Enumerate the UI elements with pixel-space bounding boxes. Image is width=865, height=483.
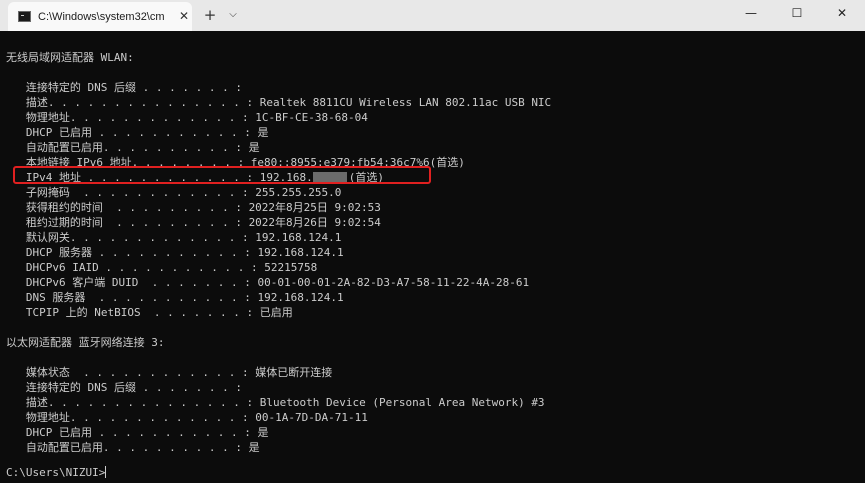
cmd-icon (18, 11, 31, 22)
console-line: 子网掩码 . . . . . . . . . . . . : 255.255.2… (6, 186, 342, 199)
text-cursor (105, 466, 107, 478)
chevron-down-icon[interactable]: ⌵ (224, 5, 242, 25)
console-line: DNS 服务器 . . . . . . . . . . . : 192.168.… (6, 291, 344, 304)
console-line: 默认网关. . . . . . . . . . . . . : 192.168.… (6, 231, 342, 244)
new-tab-button[interactable]: + (200, 5, 220, 25)
console-line: DHCP 已启用 . . . . . . . . . . . : 是 (6, 426, 269, 439)
console-line: 租约过期的时间 . . . . . . . . . : 2022年8月26日 9… (6, 216, 381, 229)
console-line: 描述. . . . . . . . . . . . . . . : Realte… (6, 96, 552, 109)
console-line: 自动配置已启用. . . . . . . . . . : 是 (6, 441, 260, 454)
title-bar: C:\Windows\system32\cmd.e ✕ + ⌵ — ☐ ✕ (0, 0, 865, 32)
console-line: 自动配置已启用. . . . . . . . . . : 是 (6, 141, 260, 154)
console-line: DHCP 服务器 . . . . . . . . . . . : 192.168… (6, 246, 344, 259)
console-line: 连接特定的 DNS 后缀 . . . . . . . : (6, 381, 242, 394)
console-line: 物理地址. . . . . . . . . . . . . : 1C-BF-CE… (6, 111, 368, 124)
tab-cmd[interactable]: C:\Windows\system32\cmd.e ✕ (8, 2, 192, 31)
console-line: TCPIP 上的 NetBIOS . . . . . . . : 已启用 (6, 306, 293, 319)
close-tab-icon[interactable]: ✕ (176, 8, 192, 24)
maximize-button[interactable]: ☐ (774, 0, 820, 30)
command-prompt[interactable]: C:\Users\NIZUI> (6, 465, 107, 480)
console-output[interactable]: 无线局域网适配器 WLAN: 连接特定的 DNS 后缀 . . . . . . … (0, 31, 865, 483)
console-line: DHCPv6 IAID . . . . . . . . . . . : 5221… (6, 261, 318, 274)
console-line: 获得租约的时间 . . . . . . . . . : 2022年8月25日 9… (6, 201, 381, 214)
console-line: 媒体状态 . . . . . . . . . . . . : 媒体已断开连接 (6, 366, 333, 379)
prompt-text: C:\Users\NIZUI> (6, 466, 106, 479)
close-window-button[interactable]: ✕ (819, 0, 865, 30)
console-line: 以太网适配器 蓝牙网络连接 3: (6, 336, 165, 349)
console-line: 描述. . . . . . . . . . . . . . . : Blueto… (6, 396, 545, 409)
console-line: 无线局域网适配器 WLAN: (6, 51, 134, 64)
console-line: DHCP 已启用 . . . . . . . . . . . : 是 (6, 126, 269, 139)
minimize-button[interactable]: — (728, 0, 774, 30)
console-line: 连接特定的 DNS 后缀 . . . . . . . : (6, 81, 242, 94)
terminal-window: C:\Windows\system32\cmd.e ✕ + ⌵ — ☐ ✕ 无线… (0, 0, 865, 483)
ipv4-highlight-box (13, 166, 431, 184)
console-line: 物理地址. . . . . . . . . . . . . : 00-1A-7D… (6, 411, 368, 424)
console-line: DHCPv6 客户端 DUID . . . . . . . : 00-01-00… (6, 276, 530, 289)
tab-title: C:\Windows\system32\cmd.e (38, 11, 164, 23)
